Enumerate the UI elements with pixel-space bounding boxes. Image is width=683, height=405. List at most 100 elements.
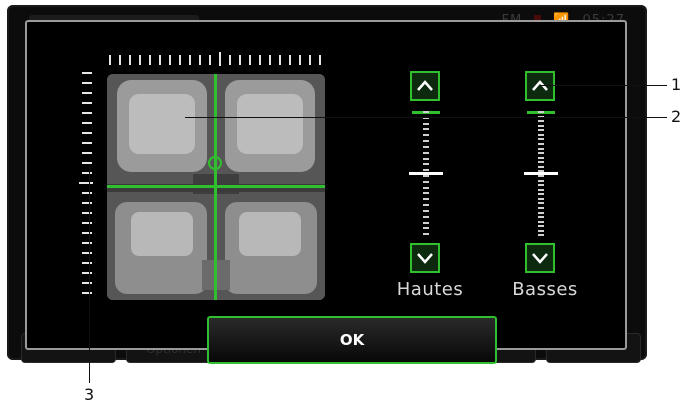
callout-2: 2 <box>671 107 682 126</box>
ruler-tick <box>219 52 221 66</box>
slider-step <box>538 179 544 182</box>
slider-step <box>538 152 544 155</box>
ruler-tick <box>82 192 92 194</box>
slider-step <box>423 169 429 172</box>
chevron-up-icon <box>417 80 433 91</box>
ruler-tick <box>82 72 92 74</box>
chevron-down-icon <box>532 253 548 264</box>
chevron-down-icon <box>417 253 433 264</box>
slider-step <box>538 211 544 214</box>
treble-slider[interactable] <box>423 111 429 239</box>
ruler-tick <box>199 55 201 65</box>
sound-settings-dialog: Hautes Basses OK <box>25 20 627 364</box>
bass-down-button[interactable] <box>525 243 555 273</box>
slider-step <box>423 192 429 195</box>
bass-up-button[interactable] <box>525 71 555 101</box>
slider-step <box>538 225 544 228</box>
ruler-tick <box>82 142 92 144</box>
ruler-tick <box>82 112 92 114</box>
slider-step <box>538 184 544 187</box>
ruler-tick <box>82 172 92 174</box>
ruler-tick <box>82 152 92 154</box>
ruler-tick <box>82 282 92 284</box>
callout-line-2 <box>185 117 667 118</box>
slider-step <box>423 145 429 148</box>
slider-step <box>538 197 544 200</box>
slider-step <box>538 129 544 132</box>
ruler-tick <box>82 292 92 294</box>
slider-step <box>538 161 544 164</box>
slider-step <box>538 220 544 223</box>
ruler-tick <box>229 55 231 65</box>
callout-line-1 <box>541 85 667 86</box>
slider-step <box>538 138 544 141</box>
ruler-tick <box>239 55 241 65</box>
balance-marker-icon <box>208 156 222 170</box>
slider-step <box>538 202 544 205</box>
slider-step <box>423 233 429 236</box>
ruler-tick <box>119 55 121 65</box>
slider-step <box>538 133 544 136</box>
bass-control: Basses <box>510 71 580 300</box>
slider-step <box>423 198 429 201</box>
ruler-tick <box>259 55 261 65</box>
slider-step <box>538 111 544 113</box>
ruler-tick <box>82 222 92 224</box>
bass-slider[interactable] <box>538 111 544 239</box>
slider-step <box>538 124 544 127</box>
slider-step <box>538 216 544 219</box>
ruler-tick <box>309 55 311 65</box>
ok-button[interactable]: OK <box>207 316 497 364</box>
ruler-tick <box>279 55 281 65</box>
ruler-tick <box>209 55 211 65</box>
ruler-tick <box>149 55 151 65</box>
slider-step <box>538 147 544 150</box>
ruler-tick <box>82 242 92 244</box>
slider-step <box>423 221 429 224</box>
ruler-tick <box>82 92 92 94</box>
seat-map[interactable] <box>107 74 325 300</box>
slider-step <box>423 227 429 230</box>
slider-step <box>538 193 544 196</box>
ruler-tick <box>289 55 291 65</box>
callout-line-3 <box>89 165 90 383</box>
treble-control: Hautes <box>395 71 465 300</box>
slider-step <box>538 188 544 191</box>
ruler-tick <box>299 55 301 65</box>
bass-label: Basses <box>512 279 578 300</box>
bass-slider-knob[interactable] <box>524 172 558 175</box>
slider-step <box>423 122 429 125</box>
slider-step <box>423 209 429 212</box>
slider-step <box>423 128 429 131</box>
ruler-tick <box>129 55 131 65</box>
ruler-tick <box>82 122 92 124</box>
ruler-tick <box>82 82 92 84</box>
ruler-tick <box>82 272 92 274</box>
ruler-tick <box>169 55 171 65</box>
ruler-tick <box>82 262 92 264</box>
slider-step <box>423 134 429 137</box>
treble-down-button[interactable] <box>410 243 440 273</box>
ruler-tick <box>82 212 92 214</box>
ruler-tick <box>82 162 92 164</box>
callout-3: 3 <box>84 385 95 404</box>
ruler-tick <box>189 55 191 65</box>
ruler-tick <box>79 182 93 184</box>
slider-step <box>423 151 429 154</box>
slider-step <box>538 143 544 145</box>
ruler-tick <box>109 55 111 65</box>
fader-ruler <box>79 72 95 302</box>
slider-step <box>423 204 429 207</box>
treble-slider-knob[interactable] <box>409 172 443 175</box>
treble-up-button[interactable] <box>410 71 440 101</box>
slider-step <box>423 163 429 166</box>
callout-1: 1 <box>671 75 682 94</box>
slider-step <box>538 207 544 209</box>
slider-step <box>423 180 429 183</box>
treble-label: Hautes <box>396 279 464 300</box>
ruler-tick <box>249 55 251 65</box>
ruler-tick <box>319 55 321 65</box>
slider-step <box>538 234 544 237</box>
ruler-tick <box>159 55 161 65</box>
slider-step <box>538 175 544 177</box>
